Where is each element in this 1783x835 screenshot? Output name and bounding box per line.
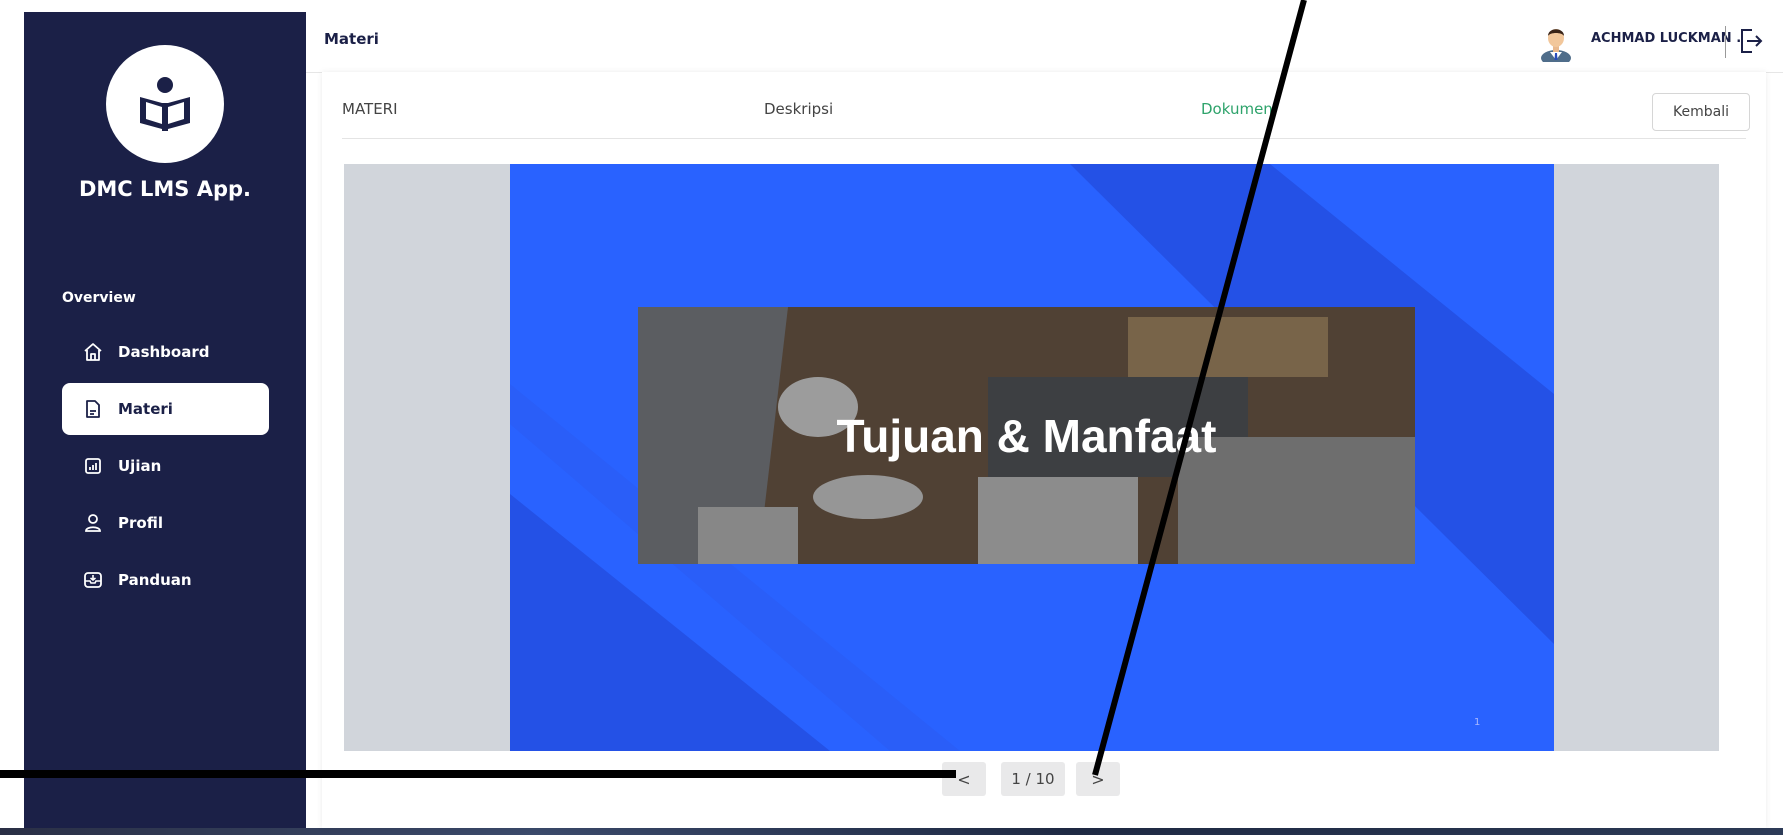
sidebar: DMC LMS App. Overview Dashboard Materi U… xyxy=(24,12,306,828)
slide-photo: Tujuan & Manfaat xyxy=(638,307,1415,564)
material-tabs: MATERI Deskripsi Dokumen Kembali xyxy=(342,72,1750,139)
logout-icon xyxy=(1741,29,1763,53)
tab-dokumen[interactable]: Dokumen xyxy=(1201,100,1273,118)
user-avatar-icon xyxy=(1541,29,1571,66)
home-icon xyxy=(82,341,104,363)
sidebar-item-profil[interactable]: Profil xyxy=(62,497,269,549)
page-title: Materi xyxy=(324,30,379,48)
avatar[interactable] xyxy=(1536,22,1576,66)
top-bar: Materi ACHMAD LUCKMAN . xyxy=(306,12,1783,73)
sidebar-item-label: Profil xyxy=(118,514,163,532)
sidebar-item-dashboard[interactable]: Dashboard xyxy=(62,326,269,378)
sidebar-item-ujian[interactable]: Ujian xyxy=(62,440,269,492)
app-logo xyxy=(106,45,224,163)
document-icon xyxy=(82,398,104,420)
section-label-overview: Overview xyxy=(62,290,136,306)
prev-page-button[interactable]: < xyxy=(942,762,986,796)
sidebar-item-materi[interactable]: Materi xyxy=(62,383,269,435)
tab-deskripsi[interactable]: Deskripsi xyxy=(764,100,833,118)
next-page-button[interactable]: > xyxy=(1076,762,1120,796)
sidebar-item-label: Ujian xyxy=(118,457,162,475)
slide-title: Tujuan & Manfaat xyxy=(836,409,1217,462)
page-counter: 1 / 10 xyxy=(1001,762,1065,796)
sidebar-item-label: Panduan xyxy=(118,571,192,589)
header-divider xyxy=(1725,26,1726,58)
slide-page: Tujuan & Manfaat 1 xyxy=(510,164,1554,751)
sidebar-item-label: Materi xyxy=(118,400,173,418)
chart-box-icon xyxy=(82,455,104,477)
sidebar-nav: Dashboard Materi Ujian Profil Panduan xyxy=(62,326,269,611)
back-button[interactable]: Kembali xyxy=(1652,93,1750,131)
app-name: DMC LMS App. xyxy=(78,177,252,201)
inbox-icon xyxy=(82,569,104,591)
book-reader-icon xyxy=(140,77,190,131)
logout-button[interactable] xyxy=(1738,27,1764,55)
sidebar-item-panduan[interactable]: Panduan xyxy=(62,554,269,606)
pagination: < 1 / 10 > xyxy=(322,762,1766,796)
tab-materi: MATERI xyxy=(342,100,398,118)
document-viewer: Tujuan & Manfaat 1 xyxy=(344,164,1719,751)
sidebar-item-label: Dashboard xyxy=(118,343,210,361)
slide-page-number: 1 xyxy=(1474,717,1481,728)
user-icon xyxy=(82,512,104,534)
desktop-background-strip xyxy=(0,828,1783,835)
user-name[interactable]: ACHMAD LUCKMAN . xyxy=(1591,31,1741,46)
content-card: MATERI Deskripsi Dokumen Kembali Tujuan … xyxy=(322,72,1766,828)
